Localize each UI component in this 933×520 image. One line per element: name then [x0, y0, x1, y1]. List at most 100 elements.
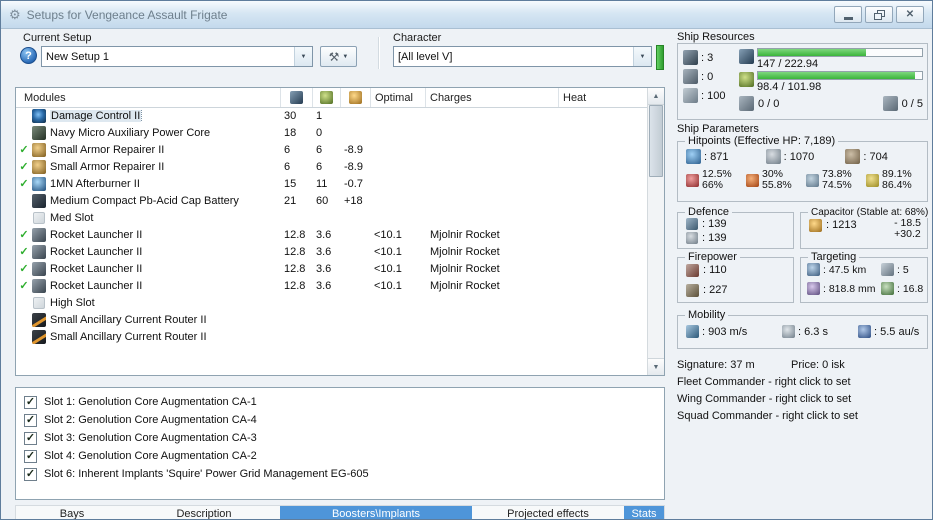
dps-row: : 110 — [678, 263, 793, 277]
implant-row[interactable]: ✓ Slot 2: Genolution Core Augmentation CA… — [24, 411, 656, 429]
modules-column-header[interactable]: Modules — [16, 88, 281, 107]
module-row[interactable]: High Slot — [16, 294, 647, 311]
module-cpu-value: 18 — [284, 126, 297, 139]
module-row[interactable]: ✓ Rocket Launcher II 12.8 3.6 <10.1 Mjolnir R… — [16, 277, 647, 294]
module-row[interactable]: ✓ Small Armor Repairer II 6 6 -8.9 — [16, 141, 647, 158]
checkbox-checked-icon[interactable]: ✓ — [24, 467, 37, 481]
defence-value-2: : 139 — [702, 232, 727, 244]
implant-row[interactable]: ✓ Slot 6: Inherent Implants 'Squire' Powe… — [24, 465, 656, 483]
structure-hp: : 704 — [845, 149, 925, 164]
defence-row-2: : 139 — [678, 231, 793, 245]
defence-row-1: : 139 — [678, 217, 793, 231]
chevron-down-icon[interactable]: ▼ — [633, 47, 651, 66]
wing-commander-text[interactable]: Wing Commander - right click to set — [677, 393, 851, 405]
module-row[interactable]: Small Ancillary Current Router II — [16, 311, 647, 328]
tab-boosters-implants[interactable]: Boosters\Implants — [280, 506, 472, 519]
powergrid-column-header[interactable] — [313, 88, 341, 107]
structure-hp-value: : 704 — [863, 150, 888, 163]
module-name-text[interactable]: Rocket Launcher II — [50, 263, 142, 275]
tab-bays[interactable]: Bays — [16, 506, 128, 519]
close-button[interactable]: ✕ — [896, 6, 924, 23]
checkbox-checked-icon[interactable]: ✓ — [24, 413, 37, 427]
module-name-text[interactable]: Rocket Launcher II — [50, 280, 142, 292]
optimal-column-header[interactable]: Optimal — [371, 88, 426, 107]
implant-row[interactable]: ✓ Slot 4: Genolution Core Augmentation CA… — [24, 447, 656, 465]
module-row[interactable]: Med Slot — [16, 209, 647, 226]
chevron-down-icon[interactable]: ▼ — [294, 47, 312, 66]
setup-tools-button[interactable]: ⚒ ▼ — [320, 46, 357, 67]
module-row[interactable]: ✓ Small Armor Repairer II 6 6 -8.9 — [16, 158, 647, 175]
module-row[interactable]: ✓ Rocket Launcher II 12.8 3.6 <10.1 Mjolnir R… — [16, 260, 647, 277]
rocket-launcher-icon — [32, 227, 46, 242]
defence-label: Defence — [685, 206, 732, 218]
cpu-row: 147 / 222.94 — [739, 48, 923, 70]
module-row[interactable]: Small Ancillary Current Router II — [16, 328, 647, 345]
checkbox-checked-icon[interactable]: ✓ — [24, 431, 37, 445]
help-button[interactable]: ? — [20, 47, 37, 64]
minimize-icon — [843, 16, 853, 20]
resource-bars-column: 147 / 222.94 98.4 / 101.98 0 / 0 0 / 5 — [739, 48, 923, 119]
module-row[interactable]: Damage Control II 30 1 — [16, 107, 647, 124]
module-name: Rocket Launcher II — [50, 246, 281, 258]
cpu-bar-fill — [758, 49, 867, 56]
rocket-launcher-icon — [32, 278, 46, 293]
dps-icon — [686, 263, 699, 277]
module-name-text[interactable]: Small Armor Repairer II — [50, 144, 164, 156]
fitting-window: ⚙ Setups for Vengeance Assault Frigate ✕… — [0, 0, 933, 520]
tab-stats[interactable]: Stats — [624, 506, 664, 519]
charges-column-header[interactable]: Charges — [426, 88, 559, 107]
checkbox-checked-icon[interactable]: ✓ — [24, 395, 37, 409]
minimize-button[interactable] — [834, 6, 862, 23]
restore-button[interactable] — [865, 6, 893, 23]
powergrid-usage-text: 98.4 / 101.98 — [757, 81, 822, 93]
setup-select[interactable]: New Setup 1 ▼ — [41, 46, 313, 67]
fleet-commander-text[interactable]: Fleet Commander - right click to set — [677, 376, 851, 388]
tab-projected-effects[interactable]: Projected effects — [472, 506, 624, 519]
targeting-range-value: : 47.5 km — [823, 263, 867, 276]
powergrid-row: 98.4 / 101.98 — [739, 71, 923, 93]
cpu-column-header[interactable] — [281, 88, 313, 107]
scrollbar-thumb[interactable] — [649, 105, 663, 177]
scroll-down-icon[interactable]: ▼ — [648, 358, 664, 375]
module-row[interactable]: ✓ 1MN Afterburner II 15 11 -0.7 — [16, 175, 647, 192]
module-name-text[interactable]: High Slot — [50, 297, 95, 309]
module-row[interactable]: ✓ Rocket Launcher II 12.8 3.6 <10.1 Mjolnir R… — [16, 243, 647, 260]
capacitor-column-header[interactable] — [341, 88, 371, 107]
character-select[interactable]: [All level V] ▼ — [393, 46, 652, 67]
module-name-text[interactable]: Navy Micro Auxiliary Power Core — [50, 127, 210, 139]
capacitor-recharge: +30.2 — [894, 228, 921, 240]
module-name-text[interactable]: Small Ancillary Current Router II — [50, 314, 207, 326]
heat-column-header[interactable]: Heat — [559, 88, 647, 107]
module-name-text[interactable]: Rocket Launcher II — [50, 246, 142, 258]
module-cpu-value: 6 — [284, 160, 291, 173]
module-name-text[interactable]: Small Ancillary Current Router II — [50, 331, 207, 343]
powergrid-bar — [757, 71, 923, 80]
module-row[interactable]: ✓ Rocket Launcher II 12.8 3.6 <10.1 Mjolnir R… — [16, 226, 647, 243]
module-name-text[interactable]: Medium Compact Pb-Acid Cap Battery — [50, 195, 239, 207]
module-name-text[interactable]: Small Armor Repairer II — [50, 161, 164, 173]
squad-commander-text[interactable]: Squad Commander - right click to set — [677, 410, 858, 422]
module-name-text[interactable]: Damage Control II — [50, 109, 143, 122]
modules-scrollbar[interactable]: ▲ ▼ — [647, 88, 664, 375]
defence-box: Defence : 139 : 139 — [677, 206, 794, 249]
implant-row[interactable]: ✓ Slot 3: Genolution Core Augmentation CA… — [24, 429, 656, 447]
firepower-label: Firepower — [685, 251, 740, 263]
module-name-text[interactable]: Med Slot — [50, 212, 93, 224]
scroll-up-icon[interactable]: ▲ — [648, 88, 664, 105]
tab-description[interactable]: Description — [128, 506, 280, 519]
bottom-tabbar: Bays Description Boosters\Implants Projecte… — [15, 505, 665, 519]
resists-row: 12.5% 66% 30% 55.8% 73.8% 74.5% 89.1% 86… — [678, 164, 927, 191]
checkbox-checked-icon[interactable]: ✓ — [24, 449, 37, 463]
turret-hardpoints-value: : 3 — [701, 51, 714, 64]
titlebar[interactable]: ⚙ Setups for Vengeance Assault Frigate ✕ — [1, 1, 932, 29]
app-icon: ⚙ — [9, 6, 21, 22]
module-row[interactable]: Navy Micro Auxiliary Power Core 18 0 — [16, 124, 647, 141]
module-name-text[interactable]: Rocket Launcher II — [50, 229, 142, 241]
drone-row: 0 / 0 0 / 5 — [739, 96, 923, 111]
implant-row[interactable]: ✓ Slot 1: Genolution Core Augmentation CA… — [24, 393, 656, 411]
implant-label: Slot 4: Genolution Core Augmentation CA-… — [44, 450, 257, 462]
module-optimal-value: <10.1 — [374, 279, 402, 292]
module-pg-value: 1 — [316, 109, 323, 122]
module-name-text[interactable]: 1MN Afterburner II — [50, 178, 140, 190]
module-row[interactable]: Medium Compact Pb-Acid Cap Battery 21 60 +1… — [16, 192, 647, 209]
